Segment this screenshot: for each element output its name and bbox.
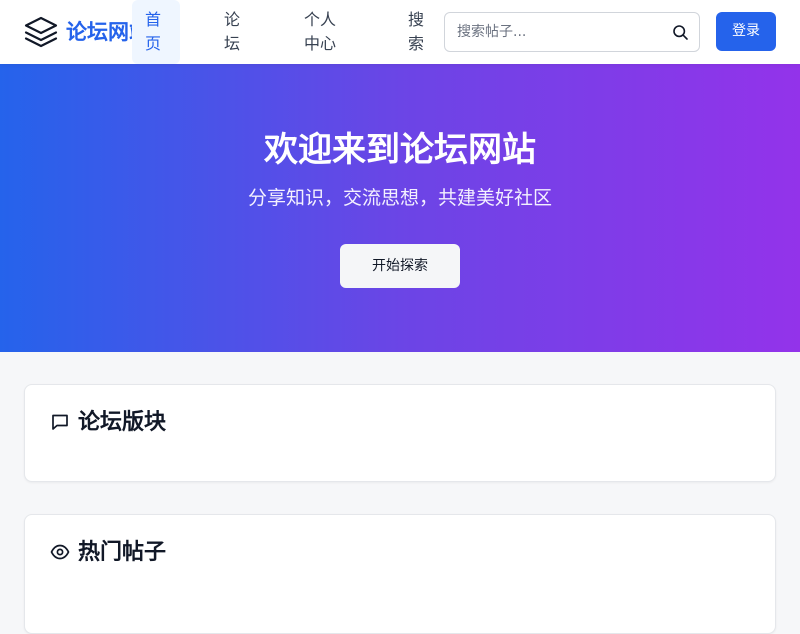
layers-logo-icon[interactable] xyxy=(23,15,59,49)
message-square-icon xyxy=(50,412,70,432)
forum-sections-title: 论坛版块 xyxy=(78,410,167,435)
hot-posts-title: 热门帖子 xyxy=(78,540,167,565)
site-logo-text[interactable]: 论坛网站 xyxy=(66,17,134,47)
search-box xyxy=(444,12,700,52)
hero-subtitle: 分享知识，交流思想，共建美好社区 xyxy=(247,187,552,209)
search-icon[interactable] xyxy=(672,24,689,41)
forum-sections-card: 论坛版块 xyxy=(24,384,776,482)
hot-posts-card: 热门帖子 xyxy=(24,514,776,634)
top-navbar: 论坛网站 首页 论坛 个人中心 搜索 登录 xyxy=(0,0,800,64)
eye-icon xyxy=(50,542,70,562)
hero-banner: 欢迎来到论坛网站 分享知识，交流思想，共建美好社区 开始探索 xyxy=(0,64,800,352)
login-button[interactable]: 登录 xyxy=(716,12,776,51)
nav-item-profile[interactable]: 个人中心 xyxy=(292,0,352,64)
start-explore-button[interactable]: 开始探索 xyxy=(340,244,460,288)
search-input[interactable] xyxy=(445,13,665,51)
nav-item-search[interactable]: 搜索 xyxy=(396,0,436,64)
nav-item-home[interactable]: 首页 xyxy=(132,0,180,64)
nav-item-forum[interactable]: 论坛 xyxy=(212,0,256,64)
hero-title: 欢迎来到论坛网站 xyxy=(264,130,536,170)
